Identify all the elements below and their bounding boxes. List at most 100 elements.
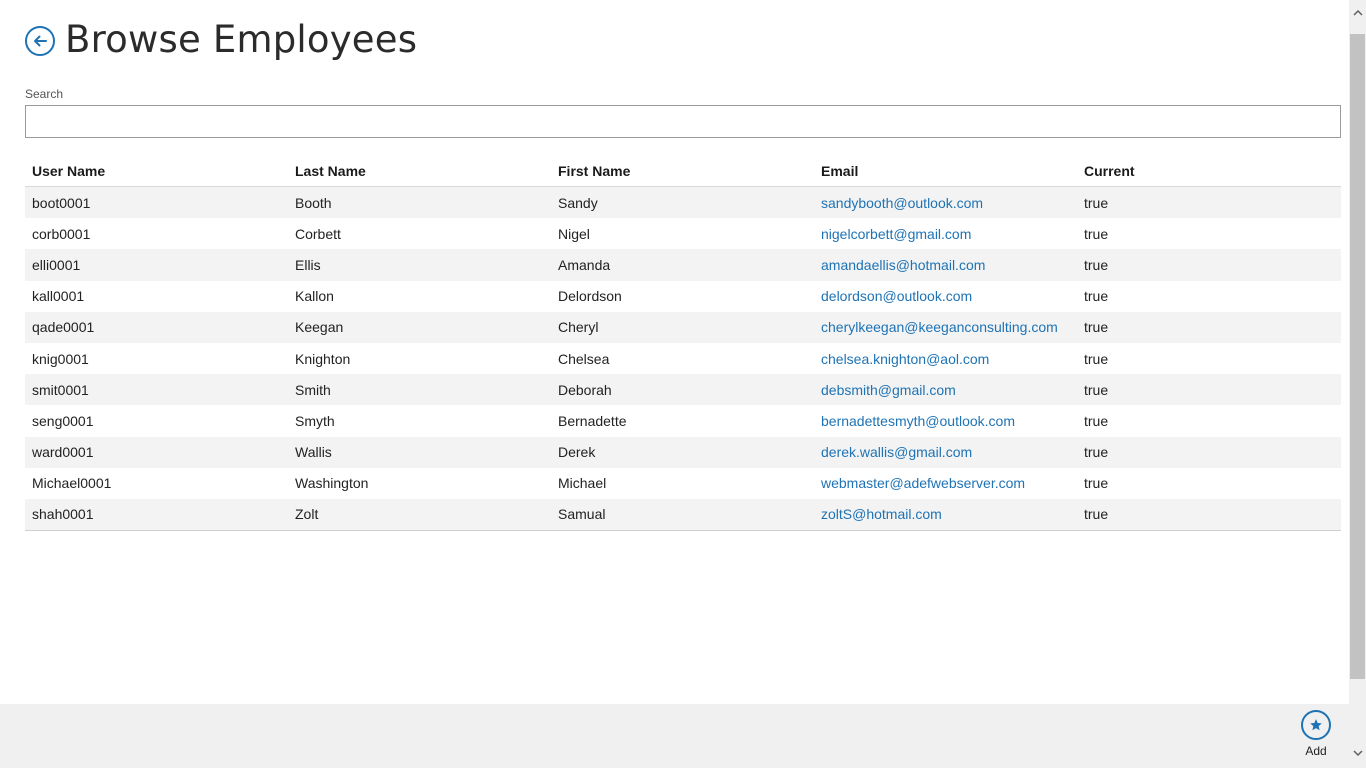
table-row[interactable]: ward0001 Wallis Derek derek.wallis@gmail.co… <box>25 436 1341 468</box>
cell-current: true <box>1084 225 1109 242</box>
cell-email: derek.wallis@gmail.com <box>814 444 1077 460</box>
email-link[interactable]: debsmith@gmail.com <box>821 382 956 398</box>
cell-user-name: smit0001 <box>32 381 89 398</box>
cell-user-name: seng0001 <box>32 412 94 429</box>
cell-user-name: ward0001 <box>32 444 94 461</box>
email-link[interactable]: derek.wallis@gmail.com <box>821 444 972 460</box>
column-header-current[interactable]: Current <box>1077 163 1341 179</box>
add-button[interactable]: Add <box>1296 710 1336 766</box>
cell-current: true <box>1084 444 1109 461</box>
cell-email: cherylkeegan@keeganconsulting.com <box>814 319 1077 335</box>
cell-first-name: Samual <box>558 506 606 523</box>
cell-last-name: Smith <box>295 381 331 398</box>
cell-user-name: elli0001 <box>32 256 81 273</box>
scroll-down-button[interactable] <box>1349 734 1366 768</box>
back-button[interactable] <box>25 26 55 56</box>
email-link[interactable]: nigelcorbett@gmail.com <box>821 226 971 242</box>
cell-last-name: Knighton <box>295 350 351 367</box>
cell-last-name: Keegan <box>295 319 344 336</box>
search-input[interactable] <box>25 105 1341 138</box>
employees-grid: User Name Last Name First Name Email Cur… <box>25 155 1341 532</box>
cell-email: delordson@outlook.com <box>814 288 1077 304</box>
cell-email: debsmith@gmail.com <box>814 382 1077 398</box>
cell-current: true <box>1084 194 1109 211</box>
cell-first-name: Bernadette <box>558 412 627 429</box>
cell-user-name: boot0001 <box>32 194 91 211</box>
cell-user-name: Michael0001 <box>32 475 112 492</box>
cell-current: true <box>1084 506 1109 523</box>
cell-email: zoltS@hotmail.com <box>814 506 1077 522</box>
email-link[interactable]: sandybooth@outlook.com <box>821 195 983 211</box>
cell-user-name: shah0001 <box>32 506 94 523</box>
app-bar: Add <box>0 704 1349 768</box>
column-header-last-name[interactable]: Last Name <box>288 163 551 179</box>
cell-user-name: kall0001 <box>32 288 85 305</box>
cell-email: amandaellis@hotmail.com <box>814 257 1077 273</box>
add-button-label: Add <box>1305 744 1327 758</box>
cell-last-name: Smyth <box>295 412 335 429</box>
cell-user-name: corb0001 <box>32 225 91 242</box>
email-link[interactable]: delordson@outlook.com <box>821 288 972 304</box>
cell-first-name: Nigel <box>558 225 590 242</box>
back-arrow-icon <box>34 35 47 47</box>
page-title: Browse Employees <box>65 18 418 61</box>
column-header-user-name[interactable]: User Name <box>25 163 288 179</box>
column-header-email[interactable]: Email <box>814 163 1077 179</box>
cell-current: true <box>1084 256 1109 273</box>
add-icon-circle <box>1301 710 1331 740</box>
cell-last-name: Washington <box>295 475 369 492</box>
email-link[interactable]: webmaster@adefwebserver.com <box>821 475 1025 491</box>
cell-email: chelsea.knighton@aol.com <box>814 351 1077 367</box>
scroll-up-button[interactable] <box>1349 0 1366 34</box>
chevron-down-icon <box>1352 750 1363 756</box>
table-row[interactable]: kall0001 Kallon Delordson delordson@outlook… <box>25 281 1341 312</box>
email-link[interactable]: cherylkeegan@keeganconsulting.com <box>821 319 1058 335</box>
cell-user-name: knig0001 <box>32 350 89 367</box>
scrollbar-thumb[interactable] <box>1350 34 1365 679</box>
cell-current: true <box>1084 475 1109 492</box>
table-row[interactable]: qade0001 Keegan Cheryl cherylkeegan@keeganc… <box>25 311 1341 343</box>
cell-last-name: Corbett <box>295 225 341 242</box>
cell-email: webmaster@adefwebserver.com <box>814 475 1077 491</box>
search-label: Search <box>25 87 64 101</box>
cell-first-name: Cheryl <box>558 319 599 336</box>
column-header-first-name[interactable]: First Name <box>551 163 814 179</box>
email-link[interactable]: zoltS@hotmail.com <box>821 506 942 522</box>
cell-last-name: Booth <box>295 194 332 211</box>
cell-first-name: Amanda <box>558 256 611 273</box>
cell-email: sandybooth@outlook.com <box>814 195 1077 211</box>
cell-first-name: Derek <box>558 444 596 461</box>
table-row[interactable]: knig0001 Knighton Chelsea chelsea.knighton@… <box>25 343 1341 374</box>
cell-current: true <box>1084 381 1109 398</box>
cell-user-name: qade0001 <box>32 319 95 336</box>
table-row[interactable]: shah0001 Zolt Samual zoltS@hotmail.com true <box>25 498 1341 531</box>
cell-current: true <box>1084 350 1109 367</box>
table-row[interactable]: smit0001 Smith Deborah debsmith@gmail.com tr… <box>25 374 1341 406</box>
cell-first-name: Delordson <box>558 288 622 305</box>
email-link[interactable]: chelsea.knighton@aol.com <box>821 351 989 367</box>
chevron-up-icon <box>1352 10 1363 16</box>
cell-email: bernadettesmyth@outlook.com <box>814 413 1077 429</box>
cell-first-name: Michael <box>558 475 607 492</box>
cell-current: true <box>1084 412 1109 429</box>
cell-first-name: Deborah <box>558 381 612 398</box>
cell-first-name: Chelsea <box>558 350 610 367</box>
table-row[interactable]: seng0001 Smyth Bernadette bernadettesmyth@o… <box>25 405 1341 436</box>
email-link[interactable]: amandaellis@hotmail.com <box>821 257 985 273</box>
cell-last-name: Ellis <box>295 256 321 273</box>
cell-email: nigelcorbett@gmail.com <box>814 226 1077 242</box>
cell-first-name: Sandy <box>558 194 598 211</box>
cell-last-name: Kallon <box>295 288 334 305</box>
cell-last-name: Wallis <box>295 444 332 461</box>
table-row[interactable]: Michael0001 Washington Michael webmaster@ad… <box>25 468 1341 499</box>
email-link[interactable]: bernadettesmyth@outlook.com <box>821 413 1015 429</box>
vertical-scrollbar[interactable] <box>1349 0 1366 768</box>
grid-header: User Name Last Name First Name Email Cur… <box>25 155 1341 187</box>
table-row[interactable]: boot0001 Booth Sandy sandybooth@outlook.com… <box>25 187 1341 219</box>
cell-current: true <box>1084 288 1109 305</box>
star-icon <box>1310 719 1322 731</box>
cell-last-name: Zolt <box>295 506 319 523</box>
table-row[interactable]: corb0001 Corbett Nigel nigelcorbett@gmail.c… <box>25 218 1341 249</box>
table-row[interactable]: elli0001 Ellis Amanda amandaellis@hotmail.c… <box>25 249 1341 281</box>
grid-rows: boot0001 Booth Sandy sandybooth@outlook.com… <box>25 187 1341 532</box>
